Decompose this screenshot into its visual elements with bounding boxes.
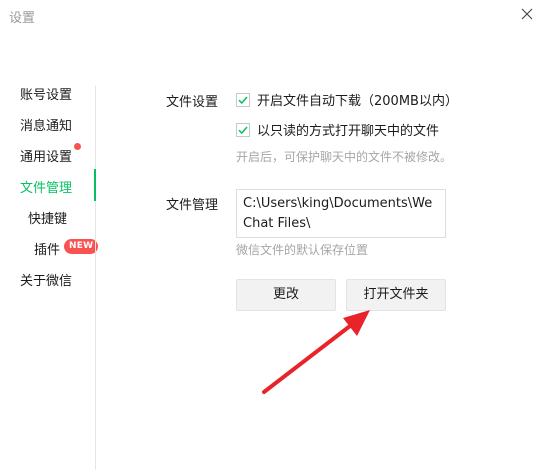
file-path-field: C:\Users\king\Documents\WeChat Files\ [236,189,446,238]
sidebar-item-general[interactable]: 通用设置 [20,143,81,165]
notification-dot [74,143,81,150]
sidebar-item-label: 消息通知 [20,119,73,134]
sidebar-item-file-management[interactable]: 文件管理 [20,177,72,196]
new-badge: NEW [64,239,99,254]
active-indicator [94,169,96,201]
read-only-label: 以只读的方式打开聊天中的文件 [257,124,440,139]
window-title: 设置 [9,11,36,26]
file-path-hint: 微信文件的默认保存位置 [236,243,369,257]
sidebar-divider [95,86,96,470]
auto-download-label: 开启文件自动下载（200MB以内） [257,94,458,109]
settings-window: 设置 账号设置 消息通知 通用设置 文件管理 快捷键 插件 NEW 关于微信 文… [0,0,550,470]
sidebar-item-shortcuts[interactable]: 快捷键 [28,208,67,227]
sidebar-item-label: 关于微信 [20,274,73,289]
file-management-label: 文件管理 [166,198,219,213]
read-only-checkbox-row[interactable]: 以只读的方式打开聊天中的文件 [236,120,439,139]
close-button[interactable] [516,3,538,25]
sidebar-item-label: 通用设置 [20,150,73,165]
sidebar-item-label: 文件管理 [20,181,73,196]
file-settings-label: 文件设置 [166,95,219,110]
change-button[interactable]: 更改 [236,279,336,311]
sidebar-item-about[interactable]: 关于微信 [20,270,72,289]
open-folder-button[interactable]: 打开文件夹 [346,279,446,311]
auto-download-checkbox-row[interactable]: 开启文件自动下载（200MB以内） [236,90,458,109]
check-icon [238,96,248,104]
check-icon [238,126,248,134]
sidebar-item-label: 快捷键 [28,212,68,227]
sidebar-item-account[interactable]: 账号设置 [20,84,72,103]
file-settings-hint: 开启后，可保护聊天中的文件不被修改。 [236,150,453,164]
sidebar-item-label: 账号设置 [20,88,73,103]
auto-download-checkbox[interactable] [236,92,250,107]
close-icon [521,8,533,20]
sidebar-item-plugins[interactable]: 插件 NEW [34,239,99,258]
read-only-checkbox[interactable] [236,122,250,137]
sidebar-item-notifications[interactable]: 消息通知 [20,115,72,134]
sidebar-item-label: 插件 [34,243,61,258]
